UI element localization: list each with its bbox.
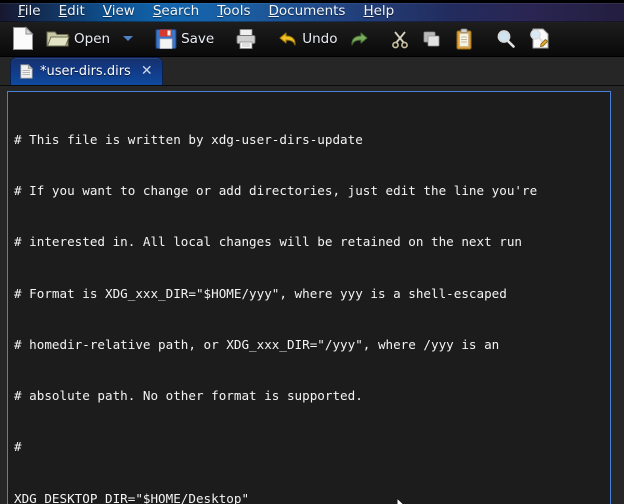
copy-button[interactable] — [416, 22, 448, 56]
clipboard-icon — [454, 28, 474, 50]
menu-tools-label: ools — [223, 3, 250, 19]
menu-view-mnemonic: V — [103, 3, 112, 19]
editor-container: # This file is written by xdg-user-dirs-… — [0, 86, 624, 504]
text-editor-window: File Edit View Search Tools Documents He… — [0, 0, 624, 504]
menu-view-label: iew — [112, 3, 135, 19]
magnifier-icon — [495, 28, 516, 49]
menu-documents-label: ocuments — [279, 3, 346, 19]
toolbar-spacer-3 — [263, 38, 272, 39]
redo-arrow-icon — [349, 29, 369, 49]
editor-content[interactable]: # This file is written by xdg-user-dirs-… — [8, 92, 610, 504]
toolbar-spacer-2 — [220, 38, 229, 39]
find-replace-icon — [528, 27, 551, 50]
toolbar-spacer-1 — [140, 38, 149, 39]
redo-button[interactable] — [343, 22, 375, 56]
menu-edit[interactable]: Edit — [50, 3, 94, 22]
code-line: # If you want to change or add directori… — [14, 182, 610, 199]
text-editor-area[interactable]: # This file is written by xdg-user-dirs-… — [7, 91, 611, 504]
menu-edit-label: dit — [67, 3, 85, 19]
code-line: # This file is written by xdg-user-dirs-… — [14, 131, 610, 148]
menu-documents-mnemonic: D — [268, 3, 278, 19]
find-button[interactable] — [489, 22, 522, 56]
new-document-icon — [12, 26, 34, 51]
replace-button[interactable] — [522, 22, 557, 56]
document-icon — [20, 64, 33, 79]
menu-file[interactable]: File — [9, 3, 50, 22]
save-button-label: Save — [181, 31, 214, 47]
printer-icon — [235, 28, 257, 50]
print-button[interactable] — [229, 22, 263, 56]
menu-tools[interactable]: Tools — [208, 3, 259, 22]
menu-bar: File Edit View Search Tools Documents He… — [0, 3, 624, 22]
code-line: # homedir-relative path, or XDG_xxx_DIR=… — [14, 336, 610, 353]
undo-button[interactable]: Undo — [272, 22, 343, 56]
open-dropdown-chevron-down-icon[interactable] — [123, 36, 133, 41]
tab-bar: *user-dirs.dirs ✕ — [0, 57, 624, 86]
close-icon[interactable]: ✕ — [141, 64, 153, 78]
tab-user-dirs-dirs[interactable]: *user-dirs.dirs ✕ — [10, 57, 163, 85]
copy-pages-icon — [422, 29, 442, 49]
open-button[interactable]: Open — [40, 22, 116, 56]
scissors-icon — [390, 29, 410, 49]
code-line: # interested in. All local changes will … — [14, 233, 610, 250]
toolbar: Open Save — [0, 22, 624, 57]
open-button-label: Open — [74, 31, 110, 47]
menu-file-label: ile — [25, 3, 41, 19]
new-document-button[interactable] — [6, 22, 40, 56]
code-line: XDG_DESKTOP_DIR="$HOME/Desktop" — [14, 490, 610, 504]
code-line: # absolute path. No other format is supp… — [14, 387, 610, 404]
menu-help-mnemonic: H — [363, 3, 373, 19]
menu-help-label: elp — [374, 3, 395, 19]
paste-button[interactable] — [448, 22, 480, 56]
menu-search[interactable]: Search — [144, 3, 208, 22]
floppy-disk-icon — [155, 28, 177, 50]
toolbar-spacer-5 — [480, 38, 489, 39]
tab-label: *user-dirs.dirs — [40, 64, 131, 79]
menu-search-label: earch — [161, 3, 199, 19]
save-button[interactable]: Save — [149, 22, 220, 56]
undo-button-label: Undo — [302, 31, 337, 47]
menu-view[interactable]: View — [94, 3, 144, 22]
cut-button[interactable] — [384, 22, 416, 56]
menu-help[interactable]: Help — [354, 3, 403, 22]
open-folder-icon — [46, 28, 70, 49]
toolbar-spacer-4 — [375, 38, 384, 39]
code-line: # Format is XDG_xxx_DIR="$HOME/yyy", whe… — [14, 285, 610, 302]
menu-documents[interactable]: Documents — [259, 3, 354, 22]
code-line: # — [14, 438, 610, 455]
menu-file-mnemonic: F — [18, 3, 25, 19]
undo-arrow-icon — [278, 29, 298, 49]
menu-edit-mnemonic: E — [59, 3, 68, 19]
